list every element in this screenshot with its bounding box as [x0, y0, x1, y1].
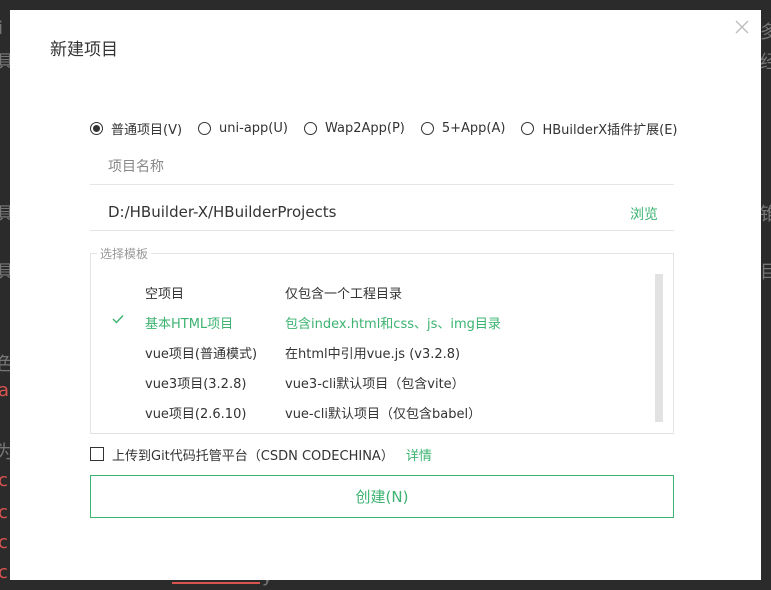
- template-item-vue3[interactable]: vue3项目(3.2.8) vue3-cli默认项目（包含vite）: [91, 366, 651, 396]
- radio-label: 普通项目(V): [111, 122, 183, 138]
- template-name: 空项目: [145, 287, 185, 302]
- dialog-title: 新建项目: [50, 40, 118, 60]
- radio-uni-app[interactable]: uni-app(U): [198, 121, 288, 136]
- close-icon[interactable]: [733, 18, 751, 36]
- radio-label: Wap2App(P): [324, 120, 405, 136]
- bg-glyph: c: [0, 502, 8, 523]
- template-legend: 选择模板: [97, 245, 152, 262]
- project-type-group: 普通项目(V) uni-app(U) Wap2App(P) 5+App(A) H…: [90, 118, 694, 138]
- bg-glyph: i: [0, 18, 4, 39]
- radio-label: uni-app(U): [219, 120, 288, 136]
- git-upload-label: 上传到Git代码托管平台（CSDN CODECHINA）: [112, 448, 394, 464]
- radio-icon: [198, 121, 212, 135]
- radio-hbuilderx-plugin[interactable]: HBuilderX插件扩展(E): [521, 119, 678, 138]
- project-name-field: [90, 150, 674, 185]
- template-name: vue项目(2.6.10): [145, 407, 247, 422]
- bg-glyph: 多: [760, 22, 771, 43]
- template-item-vue-normal[interactable]: vue项目(普通模式) 在html中引用vue.js (v3.2.8): [91, 336, 651, 366]
- radio-icon: [303, 121, 317, 135]
- bg-glyph: a: [0, 380, 10, 401]
- template-item-empty[interactable]: 空项目 仅包含一个工程目录: [91, 276, 651, 306]
- project-path-field: 浏览: [90, 196, 674, 231]
- template-desc: vue-cli默认项目（仅包含babel）: [285, 407, 482, 422]
- git-upload-checkbox[interactable]: [90, 447, 104, 461]
- template-desc: 仅包含一个工程目录: [285, 287, 403, 302]
- bg-glyph: 经: [760, 52, 771, 73]
- template-desc: vue3-cli默认项目（包含vite）: [285, 377, 465, 392]
- radio-5plus-app[interactable]: 5+App(A): [420, 120, 506, 136]
- browse-link[interactable]: 浏览: [630, 204, 658, 224]
- git-details-link[interactable]: 详情: [406, 445, 432, 464]
- radio-icon: [90, 121, 103, 135]
- template-scrollbar[interactable]: [655, 274, 663, 422]
- radio-normal-project[interactable]: 普通项目(V): [90, 119, 182, 138]
- template-group: 选择模板 空项目 仅包含一个工程目录 基本HTML项目 包含index.html…: [90, 245, 674, 434]
- radio-label: HBuilderX插件扩展(E): [542, 122, 678, 138]
- project-path-input[interactable]: [90, 196, 628, 228]
- template-name: 基本HTML项目: [145, 317, 234, 332]
- bg-glyph: c: [0, 470, 8, 491]
- create-button[interactable]: 创建(N): [90, 475, 674, 518]
- bg-glyph: c: [0, 562, 8, 583]
- git-upload-row: 上传到Git代码托管平台（CSDN CODECHINA） 详情: [90, 445, 432, 464]
- template-name: vue项目(普通模式): [145, 347, 258, 362]
- radio-icon: [420, 121, 434, 135]
- template-name: vue3项目(3.2.8): [145, 377, 247, 392]
- checkmark-icon: [112, 315, 124, 324]
- template-item-basic-html[interactable]: 基本HTML项目 包含index.html和css、js、img目录: [91, 306, 651, 336]
- radio-wap2app[interactable]: Wap2App(P): [303, 120, 405, 136]
- background-underline: [172, 582, 260, 584]
- template-desc: 在html中引用vue.js (v3.2.8): [285, 347, 461, 362]
- bg-glyph: 锥: [760, 204, 771, 225]
- template-item-vue2[interactable]: vue项目(2.6.10) vue-cli默认项目（仅包含babel）: [91, 396, 651, 426]
- template-desc: 包含index.html和css、js、img目录: [285, 317, 501, 332]
- radio-icon: [521, 121, 535, 135]
- new-project-dialog: 新建项目 普通项目(V) uni-app(U) Wap2App(P) 5+App…: [10, 10, 761, 580]
- template-list: 空项目 仅包含一个工程目录 基本HTML项目 包含index.html和css、…: [91, 276, 651, 426]
- bg-glyph: c: [0, 532, 8, 553]
- bg-glyph: 目: [760, 262, 771, 283]
- radio-label: 5+App(A): [441, 120, 506, 136]
- project-name-input[interactable]: [90, 150, 628, 184]
